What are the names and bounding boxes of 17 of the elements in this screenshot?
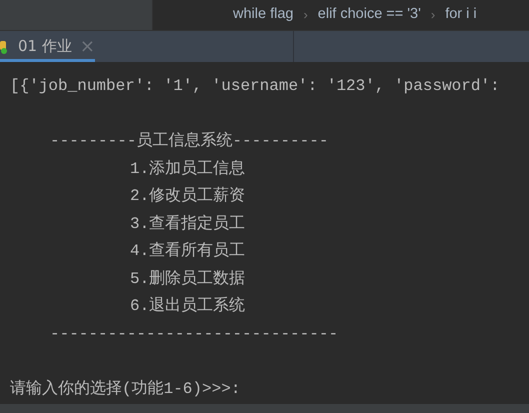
console-output: [{'job_number': '1', 'username': '123', 'password': [10,77,500,95]
breadcrumb-separator: › [303,6,308,24]
input-prompt: 请输入你的选择(功能1-6)>>>: [10,380,240,398]
menu-option: 1.添加员工信息 [130,160,246,178]
menu-option: 4.查看所有员工 [130,242,246,260]
menu-option: 5.删除员工数据 [130,270,246,288]
menu-option: 6.退出员工系统 [130,297,246,315]
tab-label: 01 作业 [18,36,72,58]
breadcrumb-item[interactable]: while flag [233,4,294,26]
breadcrumb-item[interactable]: elif choice == '3' [318,4,421,26]
menu-divider-text: ------------------------------ [50,324,338,342]
python-file-icon [0,38,10,54]
menu-divider-text: ---------员工信息系统---------- [50,132,328,150]
breadcrumb-item[interactable]: for i i [445,4,477,26]
menu-option: 3.查看指定员工 [130,214,246,232]
breadcrumb-separator: › [430,6,436,24]
menu-option: 2.修改员工薪资 [130,187,246,205]
